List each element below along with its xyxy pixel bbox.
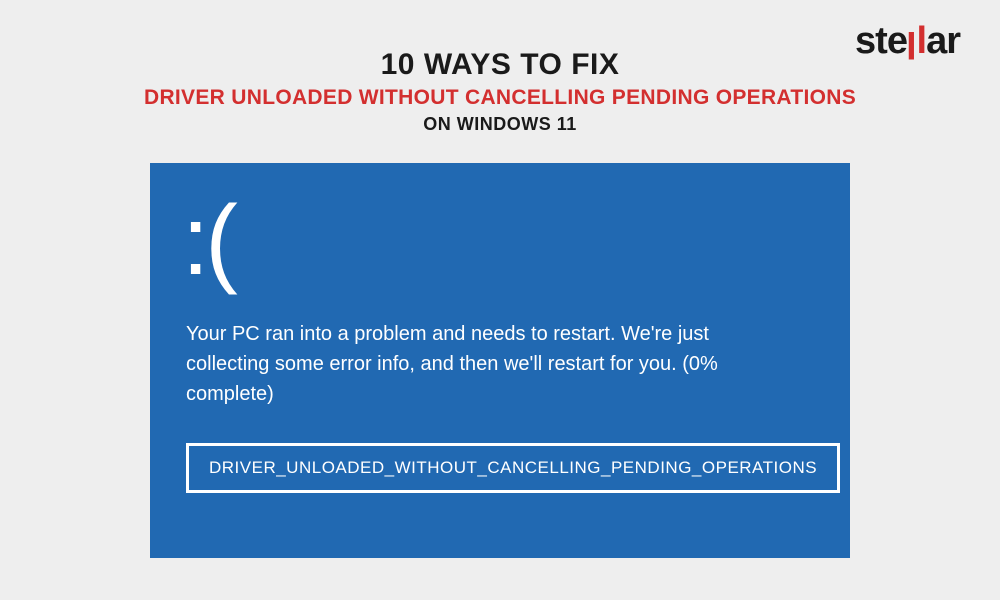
title-line-2: DRIVER UNLOADED WITHOUT CANCELLING PENDI… bbox=[0, 86, 1000, 110]
bsod-message-text: Your PC ran into a problem and needs to … bbox=[182, 319, 782, 409]
brand-logo: stellar bbox=[855, 20, 960, 63]
bsod-error-code: DRIVER_UNLOADED_WITHOUT_CANCELLING_PENDI… bbox=[186, 443, 840, 493]
article-title: 10 WAYS TO FIX DRIVER UNLOADED WITHOUT C… bbox=[0, 0, 1000, 135]
logo-accent-l1: l bbox=[907, 22, 917, 65]
bsod-screenshot: :( Your PC ran into a problem and needs … bbox=[150, 163, 850, 558]
title-line-3: ON WINDOWS 11 bbox=[0, 114, 1000, 135]
logo-accent-l2: l bbox=[917, 20, 927, 62]
sad-face-icon: :( bbox=[182, 191, 802, 289]
logo-text-prefix: ste bbox=[855, 20, 907, 62]
logo-text-suffix: ar bbox=[926, 20, 960, 62]
title-line-1: 10 WAYS TO FIX bbox=[0, 48, 1000, 82]
